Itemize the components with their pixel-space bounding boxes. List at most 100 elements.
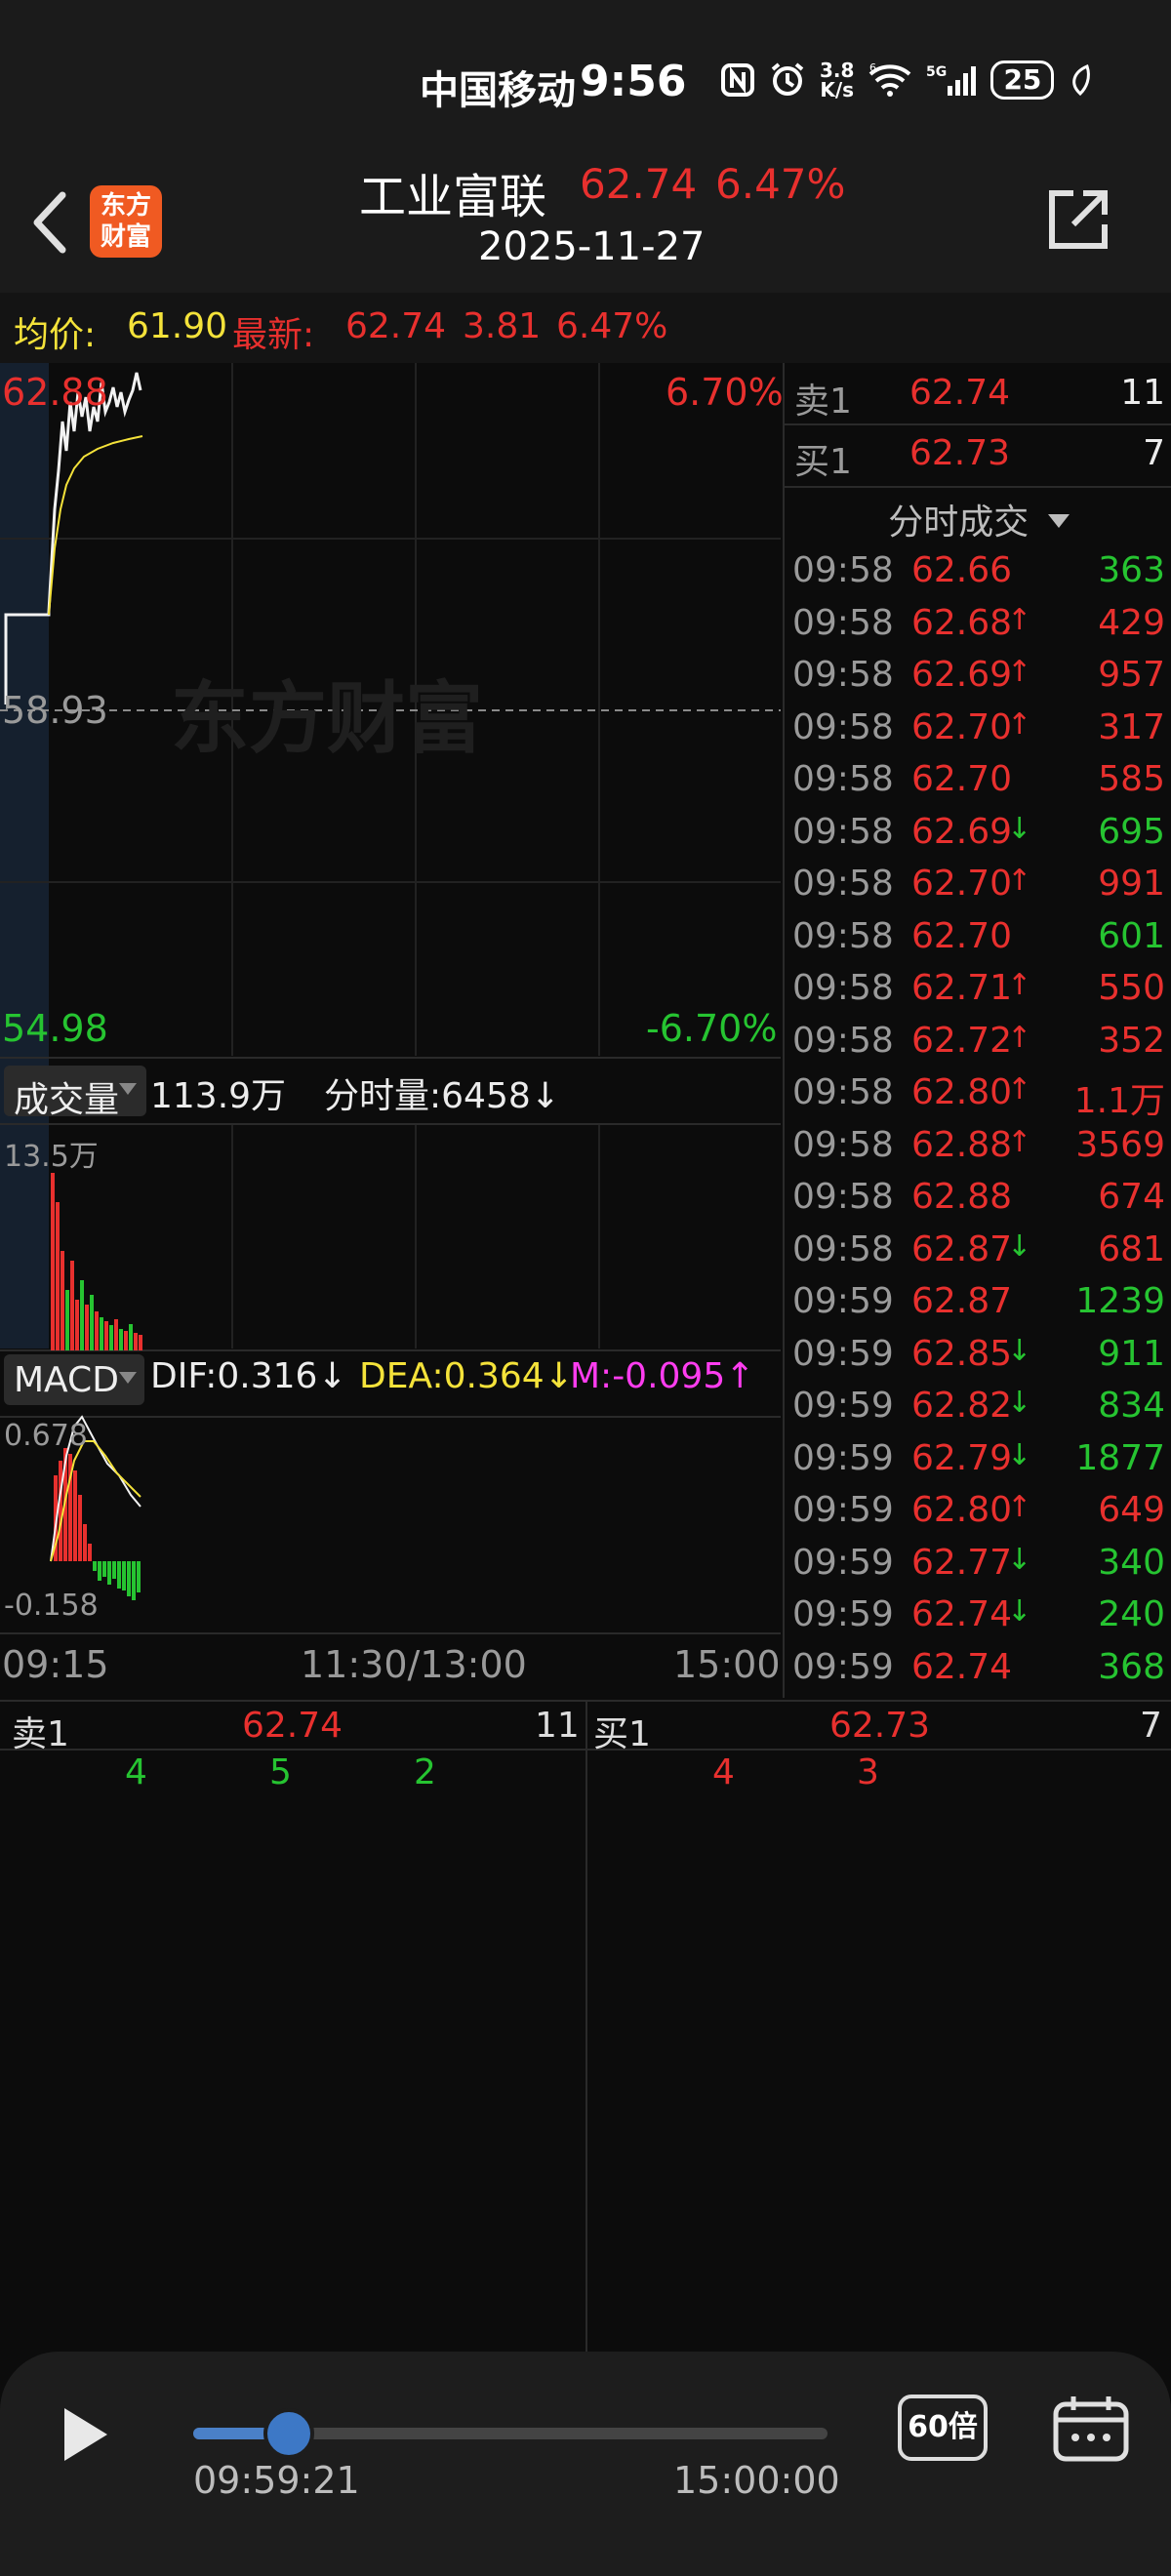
avg-price-line — [48, 435, 143, 616]
sell-order-qty: 2 — [414, 1752, 436, 1792]
alarm-icon — [771, 62, 804, 96]
carrier-name: 中国移动 — [420, 68, 576, 113]
signal-5g-icon: 5G — [926, 64, 977, 96]
trade-volume: 240 — [1098, 1594, 1165, 1634]
sell-order-qty: 4 — [125, 1752, 147, 1792]
trade-time: 09:58 — [792, 1228, 894, 1269]
trades-header[interactable]: 分时成交 — [785, 488, 1171, 543]
playback-end-time: 15:00:00 — [673, 2459, 840, 2502]
speed-button[interactable]: 60倍 — [898, 2395, 988, 2461]
trade-price: 62.88 — [911, 1177, 1013, 1217]
trade-row: 09:58 62.88 674 — [785, 1177, 1171, 1229]
trade-row: 09:58 62.69 ↑ 957 — [785, 655, 1171, 707]
play-icon[interactable] — [57, 2400, 115, 2469]
trade-time: 09:58 — [792, 915, 894, 956]
latest-value: 62.74 — [345, 306, 447, 346]
trade-price: 62.69 — [911, 655, 1013, 695]
trade-price: 62.85 — [911, 1333, 1013, 1374]
trade-price: 62.72 — [911, 1020, 1013, 1061]
change-pct: 6.47% — [556, 306, 668, 346]
back-arrow-icon[interactable] — [21, 183, 80, 262]
book-sell-label: 卖1 — [12, 1714, 69, 1754]
trade-volume: 834 — [1098, 1386, 1165, 1426]
book-buy-label: 买1 — [593, 1714, 651, 1754]
axis-mid-time: 11:30/13:00 — [301, 1643, 527, 1686]
buy-order-qty: 3 — [857, 1752, 879, 1792]
trade-price: 62.80 — [911, 1072, 1013, 1112]
price-high-label: 62.88 — [2, 371, 108, 414]
axis-start-time: 09:15 — [2, 1643, 109, 1686]
volume-bars — [51, 1173, 142, 1350]
trade-time: 09:58 — [792, 1124, 894, 1165]
bid1-price: 62.73 — [909, 433, 1011, 473]
up-arrow-icon: ↑ — [1007, 706, 1032, 742]
book-buy-price: 62.73 — [829, 1706, 931, 1746]
up-arrow-icon: ↑ — [1007, 1020, 1032, 1055]
calendar-icon[interactable] — [1052, 2395, 1130, 2463]
down-arrow-icon: ↓ — [1007, 1542, 1032, 1577]
header-price: 62.74 — [580, 160, 698, 208]
down-arrow-icon: ↓ — [1007, 1333, 1032, 1368]
volume-max-label: 13.5万 — [4, 1140, 99, 1174]
avg-label: 均价: — [14, 315, 97, 355]
share-icon[interactable] — [1044, 185, 1112, 254]
up-arrow-icon: ↑ — [1007, 655, 1032, 689]
trade-price: 62.69 — [911, 811, 1013, 852]
wifi-icon: 6 — [869, 62, 911, 97]
trade-volume: 1877 — [1075, 1437, 1165, 1478]
macd-dif: DIF:0.316↓ — [150, 1356, 347, 1396]
trade-price: 62.70 — [911, 915, 1013, 956]
macd-max-label: 0.678 — [4, 1419, 88, 1453]
ask1-volume: 11 — [1120, 373, 1165, 413]
volume-indicator-select[interactable]: 成交量 — [4, 1066, 146, 1120]
trade-volume: 1239 — [1075, 1281, 1165, 1321]
trade-date: 2025-11-27 — [478, 224, 706, 269]
trade-volume: 957 — [1098, 655, 1165, 695]
svg-text:5G: 5G — [926, 64, 947, 80]
macd-label: MACD — [14, 1360, 119, 1400]
playback-current-time: 09:59:21 — [193, 2459, 360, 2502]
battery-indicator: 25 — [990, 60, 1055, 100]
trade-volume: 674 — [1098, 1177, 1165, 1217]
up-arrow-icon: ↑ — [1007, 864, 1032, 898]
down-arrow-icon: ↓ — [1007, 1386, 1032, 1420]
base-price-label: 58.93 — [2, 689, 108, 732]
trade-time: 09:59 — [792, 1542, 894, 1583]
trade-row: 09:58 62.80 ↑ 1.1万 — [785, 1072, 1171, 1125]
playback-slider[interactable] — [193, 2408, 828, 2459]
trade-row: 09:59 62.79 ↓ 1877 — [785, 1438, 1171, 1491]
chevron-down-icon — [119, 1083, 137, 1095]
trade-volume: 695 — [1098, 811, 1165, 852]
trade-time: 09:58 — [792, 759, 894, 799]
trade-row: 09:58 62.70 601 — [785, 916, 1171, 969]
trade-time: 09:59 — [792, 1646, 894, 1687]
clock: 9:56 — [580, 57, 687, 106]
slider-handle[interactable] — [262, 2408, 314, 2459]
sell-order-qty: 5 — [269, 1752, 292, 1792]
trade-volume: 550 — [1098, 968, 1165, 1008]
trade-time: 09:59 — [792, 1333, 894, 1374]
price-info-strip: 均价: 61.90 最新: 62.74 3.81 6.47% — [0, 293, 1171, 363]
intraday-chart[interactable]: 东方财富 62.88 6.70% 58.93 54.98 -6.70% 成交量 … — [0, 363, 784, 1698]
book-buy-volume: 7 — [1140, 1706, 1162, 1746]
trade-row: 09:58 62.72 ↑ 352 — [785, 1021, 1171, 1073]
trade-row: 09:58 62.70 585 — [785, 759, 1171, 812]
trade-volume: 649 — [1098, 1490, 1165, 1530]
trade-row: 09:59 62.77 ↓ 340 — [785, 1543, 1171, 1595]
status-icons: 3.8 K/s 6 5G 25 — [720, 60, 1093, 100]
trade-price: 62.66 — [911, 550, 1013, 590]
change-value: 3.81 — [463, 306, 542, 346]
trade-time: 09:58 — [792, 706, 894, 747]
trade-row: 09:58 62.88 ↑ 3569 — [785, 1125, 1171, 1178]
up-arrow-icon: ↑ — [1007, 968, 1032, 1002]
trade-price: 62.80 — [911, 1490, 1013, 1530]
pct-low-label: -6.70% — [646, 1007, 778, 1050]
trade-volume: 352 — [1098, 1020, 1165, 1061]
trade-price: 62.74 — [911, 1646, 1013, 1687]
macd-indicator-select[interactable]: MACD — [4, 1354, 144, 1405]
network-speed: 3.8 K/s — [820, 59, 855, 101]
trade-price: 62.87 — [911, 1281, 1013, 1321]
trade-time: 09:58 — [792, 864, 894, 904]
down-arrow-icon: ↓ — [1007, 1228, 1032, 1264]
trade-volume: 317 — [1098, 706, 1165, 747]
